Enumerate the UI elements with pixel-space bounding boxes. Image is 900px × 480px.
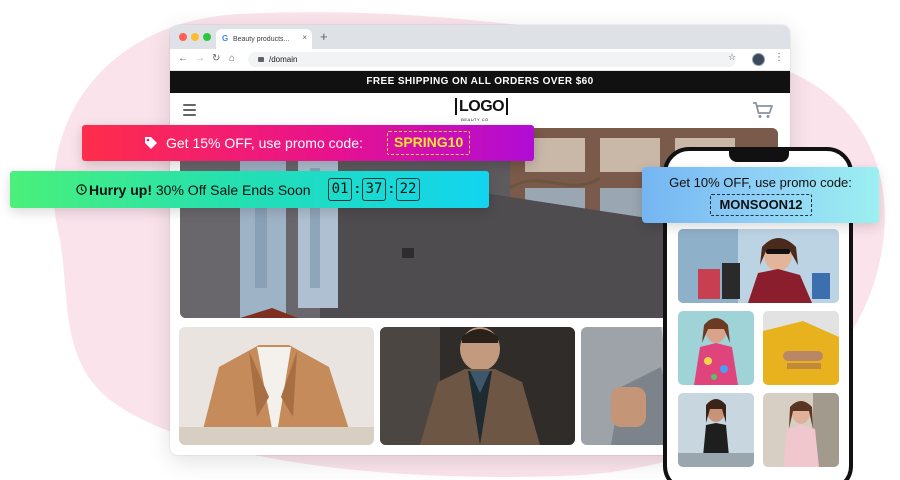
url-text: /domain <box>269 55 298 64</box>
clock-icon <box>76 184 87 195</box>
phone-image-shopping-woman[interactable] <box>678 229 839 303</box>
reload-icon[interactable]: ↻ <box>212 53 220 65</box>
browser-tab[interactable]: G Beauty products... × <box>216 29 312 49</box>
tab-close-icon[interactable]: × <box>302 33 307 42</box>
browser-titlebar: G Beauty products... × + <box>170 25 790 49</box>
new-tab-button[interactable]: + <box>320 29 328 45</box>
countdown-banner[interactable]: Hurry up! 30% Off Sale Ends Soon 01 : 37… <box>10 171 489 208</box>
countdown-minutes: 37 <box>362 178 386 201</box>
shopping-cart-icon[interactable] <box>752 101 774 119</box>
google-favicon-icon: G <box>222 34 229 43</box>
kebab-menu-icon[interactable]: ⋮ <box>774 52 784 63</box>
countdown-separator: : <box>355 180 360 196</box>
close-window-dot[interactable] <box>179 33 187 41</box>
forward-arrow-icon[interactable]: → <box>195 53 205 65</box>
url-bar[interactable]: /domain <box>248 52 736 67</box>
tag-icon <box>145 137 157 149</box>
phone-image-yellow-blouse[interactable] <box>763 311 839 385</box>
profile-avatar[interactable] <box>752 53 765 66</box>
phone-image-smiling-woman[interactable] <box>763 393 839 467</box>
product-image-tweed-jacket[interactable] <box>380 327 575 445</box>
logo-text: LOGO <box>455 98 509 115</box>
hamburger-menu-icon[interactable] <box>183 104 196 116</box>
promo-code[interactable]: MONSOON12 <box>710 194 812 216</box>
minimize-window-dot[interactable] <box>191 33 199 41</box>
star-icon[interactable]: ☆ <box>728 52 736 63</box>
countdown-text: Hurry up! 30% Off Sale Ends Soon <box>89 182 311 198</box>
phone-image-black-top[interactable] <box>678 393 754 467</box>
promo-banner-monsoon[interactable]: Get 10% OFF, use promo code: MONSOON12 <box>642 167 879 223</box>
phone-image-floral-dress[interactable] <box>678 311 754 385</box>
countdown-bold-text: Hurry up! <box>89 182 152 198</box>
maximize-window-dot[interactable] <box>203 33 211 41</box>
home-icon[interactable]: ⌂ <box>229 53 235 65</box>
promo-code[interactable]: SPRING10 <box>387 131 471 155</box>
product-image-camel-blazer[interactable] <box>179 327 374 445</box>
promo-text: Get 10% OFF, use promo code: <box>669 175 852 190</box>
logo-subtext: BEAUTY CO <box>461 117 489 122</box>
tab-title: Beauty products... <box>232 36 290 43</box>
countdown-sale-text: 30% Off Sale Ends Soon <box>152 182 311 198</box>
back-arrow-icon[interactable]: ← <box>178 53 188 65</box>
countdown-separator: : <box>389 180 394 196</box>
store-logo[interactable]: LOGO BEAUTY CO <box>455 98 509 122</box>
address-bar-row: ← → ↻ ⌂ /domain ☆ ⋮ <box>170 49 790 71</box>
lock-icon <box>258 57 264 62</box>
countdown-seconds: 22 <box>396 178 420 201</box>
promo-text: Get 15% OFF, use promo code: <box>166 135 363 151</box>
countdown-hours: 01 <box>328 178 352 201</box>
phone-notch <box>729 151 789 162</box>
announcement-bar: FREE SHIPPING ON ALL ORDERS OVER $60 <box>170 71 790 93</box>
promo-banner-spring[interactable]: Get 15% OFF, use promo code: SPRING10 <box>82 125 534 161</box>
